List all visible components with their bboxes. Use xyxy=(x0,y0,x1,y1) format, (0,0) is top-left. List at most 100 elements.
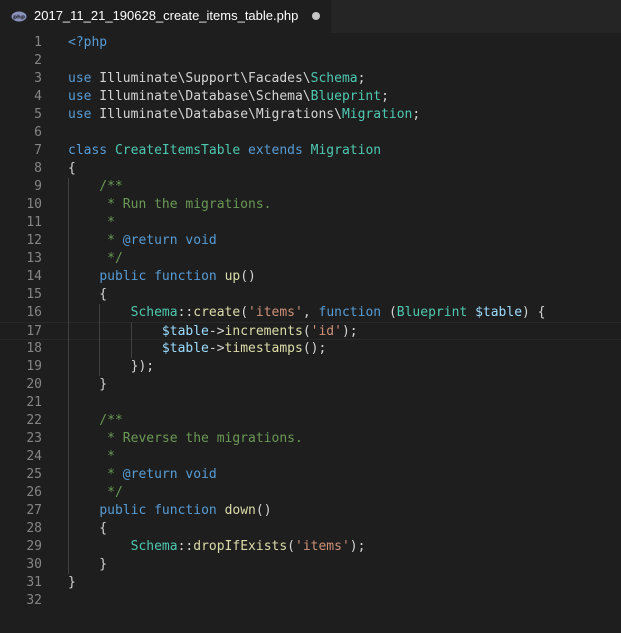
code-token: }); xyxy=(68,359,155,374)
code-line[interactable]: 13 */ xyxy=(0,250,621,268)
code-token: up xyxy=(224,269,241,284)
code-line[interactable]: 19 }); xyxy=(0,358,621,376)
code-line[interactable]: 21 xyxy=(0,394,621,412)
line-number: 21 xyxy=(26,395,42,410)
code-line[interactable]: 30 } xyxy=(0,556,621,574)
code-token: use xyxy=(68,89,92,104)
line-code: use Illuminate\Support\Facades\Schema; xyxy=(68,70,365,88)
code-token: { xyxy=(68,287,108,302)
line-number: 14 xyxy=(26,269,42,284)
code-line[interactable]: 14 public function up() xyxy=(0,268,621,286)
code-token: } xyxy=(68,557,108,572)
code-token: public xyxy=(99,503,147,518)
line-number: 29 xyxy=(26,539,42,554)
code-line[interactable]: 6 xyxy=(0,124,621,142)
code-token: ); xyxy=(349,539,366,554)
code-line[interactable]: 27 public function down() xyxy=(0,502,621,520)
code-line[interactable]: 5 use Illuminate\Database\Migrations\Migr… xyxy=(0,106,621,124)
indent-guide xyxy=(131,322,132,358)
code-token: */ xyxy=(68,251,123,266)
code-line[interactable]: 24 * xyxy=(0,448,621,466)
code-line[interactable]: 16 Schema::create('items', function (Blu… xyxy=(0,304,621,322)
code-token: function xyxy=(154,269,217,284)
code-line[interactable]: 15 { xyxy=(0,286,621,304)
code-line[interactable]: 4 use Illuminate\Database\Schema\Blueprin… xyxy=(0,88,621,106)
line-code: { xyxy=(68,286,107,304)
code-token: public xyxy=(99,269,147,284)
line-code: }); xyxy=(68,358,154,376)
line-code: } xyxy=(68,574,76,592)
indent-guide xyxy=(99,304,100,376)
code-token: () xyxy=(240,269,256,284)
line-number: 7 xyxy=(34,143,42,158)
unsaved-dot-icon[interactable] xyxy=(312,12,320,20)
code-token: ( xyxy=(381,305,397,320)
line-number: 15 xyxy=(26,287,42,302)
code-line[interactable]: 32 xyxy=(0,592,621,610)
code-token: * Run the migrations. xyxy=(68,197,272,212)
code-token: ; xyxy=(381,89,389,104)
code-token: ( xyxy=(287,539,295,554)
code-line[interactable]: 17 $table->increments('id'); xyxy=(0,322,621,340)
code-token: (); xyxy=(302,341,327,356)
code-token: -> xyxy=(208,341,225,356)
code-token: 'id' xyxy=(310,324,342,339)
code-line[interactable]: 20 } xyxy=(0,376,621,394)
editor-text-area[interactable]: 1 <?php 2 3 use Illuminate\Support\Facades\S… xyxy=(0,33,621,633)
line-number: 10 xyxy=(26,197,42,212)
svg-text:php: php xyxy=(13,15,25,21)
line-number: 11 xyxy=(26,215,42,230)
code-line[interactable]: 23 * Reverse the migrations. xyxy=(0,430,621,448)
indent-guide xyxy=(68,178,69,574)
code-token: function xyxy=(154,503,217,518)
line-number: 8 xyxy=(34,161,42,176)
code-token: * xyxy=(68,215,115,230)
code-token: * xyxy=(68,233,123,248)
code-token: Illuminate\Database\Migrations\ xyxy=(91,107,342,122)
code-line[interactable]: 12 * @return void xyxy=(0,232,621,250)
code-token: @return xyxy=(122,467,178,482)
code-token: , xyxy=(302,305,319,320)
code-line[interactable]: 18 $table->timestamps(); xyxy=(0,340,621,358)
code-token: /** xyxy=(68,413,123,428)
code-token: use xyxy=(68,107,92,122)
line-number: 13 xyxy=(26,251,42,266)
code-line[interactable]: 8{ xyxy=(0,160,621,178)
line-code: /** xyxy=(68,412,123,430)
code-token: $table xyxy=(161,324,209,339)
code-line[interactable]: 10 * Run the migrations. xyxy=(0,196,621,214)
code-line[interactable]: 11 * xyxy=(0,214,621,232)
code-line[interactable]: 7 class CreateItemsTable extends Migratio… xyxy=(0,142,621,160)
code-line[interactable]: 29 Schema::dropIfExists('items'); xyxy=(0,538,621,556)
code-token: timestamps xyxy=(224,341,303,356)
tab-active-file[interactable]: php 2017_11_21_190628_create_items_table… xyxy=(0,0,331,33)
code-token: ) { xyxy=(522,305,546,320)
code-token: $table xyxy=(161,341,209,356)
code-line[interactable]: 9 /** xyxy=(0,178,621,196)
code-token: -> xyxy=(208,324,225,339)
line-code: } xyxy=(68,376,107,394)
code-line[interactable]: 2 xyxy=(0,52,621,70)
code-token: } xyxy=(68,377,108,392)
tab-bar: php 2017_11_21_190628_create_items_table… xyxy=(0,0,621,33)
code-token: ; xyxy=(412,107,421,122)
code-line[interactable]: 26 */ xyxy=(0,484,621,502)
line-number: 5 xyxy=(34,107,42,122)
code-line[interactable]: 28 { xyxy=(0,520,621,538)
code-line[interactable]: 3 use Illuminate\Support\Facades\Schema; xyxy=(0,70,621,88)
code-line[interactable]: 22 /** xyxy=(0,412,621,430)
code-token: dropIfExists xyxy=(193,539,288,554)
code-token: Migration xyxy=(310,143,382,158)
code-token: */ xyxy=(68,485,123,500)
code-line[interactable]: 1 <?php xyxy=(0,34,621,52)
line-code: } xyxy=(68,556,107,574)
line-number: 3 xyxy=(34,71,42,86)
code-line[interactable]: 31} xyxy=(0,574,621,592)
code-line[interactable]: 25 * @return void xyxy=(0,466,621,484)
